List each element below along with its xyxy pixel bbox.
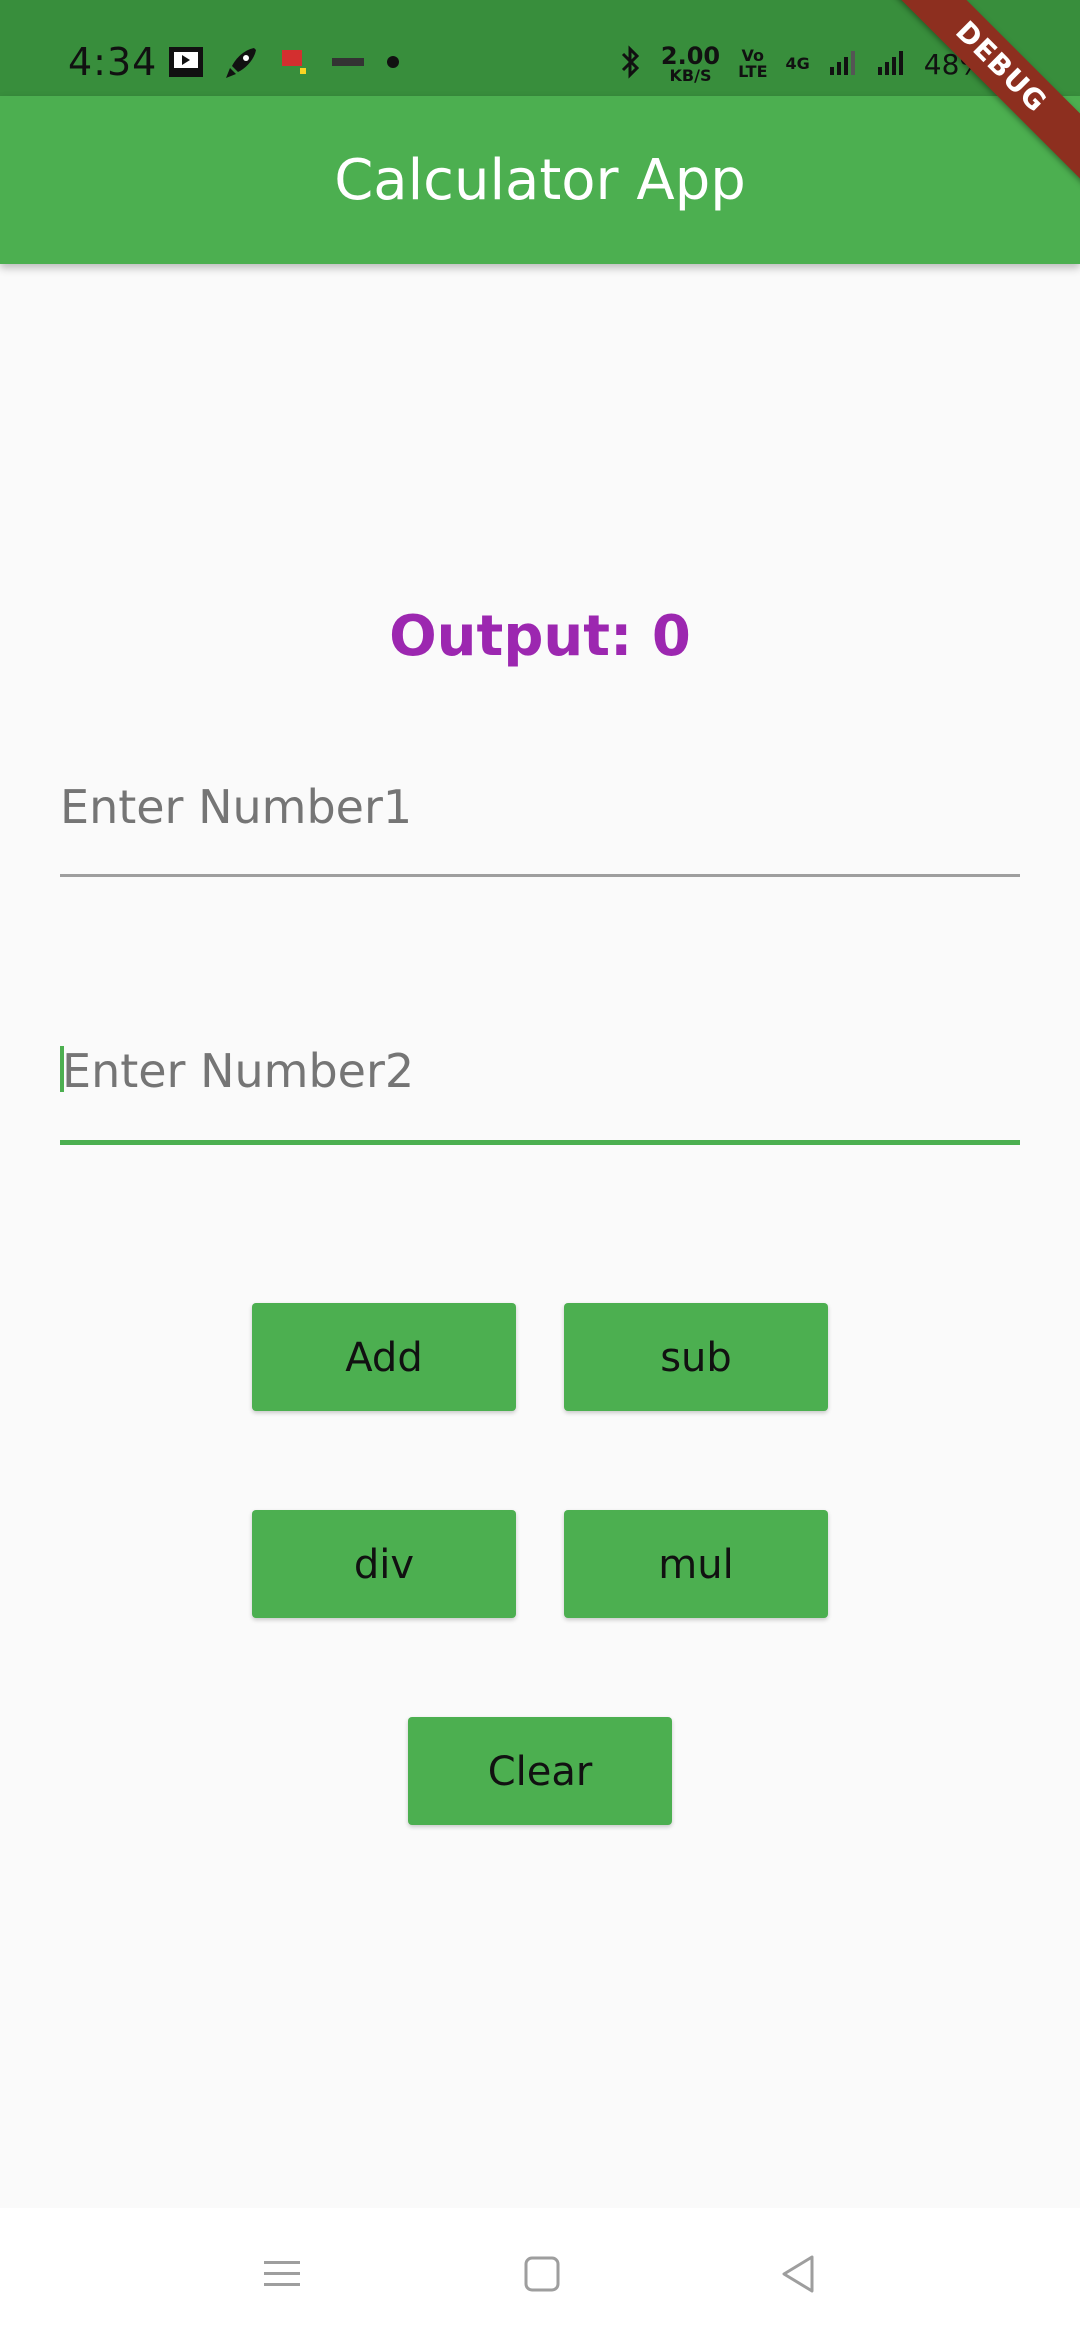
network-speed: 2.00 KB/S bbox=[661, 44, 720, 84]
add-button[interactable]: Add bbox=[252, 1303, 516, 1411]
network-speed-value: 2.00 bbox=[660, 42, 721, 70]
network-speed-unit: KB/S bbox=[669, 66, 712, 85]
clear-button[interactable]: Clear bbox=[408, 1717, 672, 1825]
app-notification-icon bbox=[280, 48, 310, 81]
app-bar: Calculator App bbox=[0, 96, 1080, 264]
bluetooth-icon bbox=[619, 45, 643, 83]
number1-input[interactable] bbox=[60, 772, 1020, 842]
output-label: Output: 0 bbox=[389, 604, 691, 669]
signal-icon bbox=[828, 47, 858, 81]
number1-underline bbox=[60, 874, 1020, 877]
mul-button[interactable]: mul bbox=[564, 1510, 828, 1618]
number1-field[interactable] bbox=[60, 772, 1020, 877]
number2-input[interactable] bbox=[60, 1036, 1022, 1106]
sub-button[interactable]: sub bbox=[564, 1303, 828, 1411]
div-button[interactable]: div bbox=[252, 1510, 516, 1618]
network-type: 4G bbox=[785, 54, 810, 73]
volte-indicator: Vo LTE bbox=[738, 46, 768, 81]
back-icon[interactable] bbox=[756, 2208, 840, 2340]
status-time: 4:34 bbox=[68, 40, 158, 84]
menu-icon[interactable] bbox=[240, 2208, 324, 2340]
text-cursor bbox=[60, 1046, 64, 1092]
screen-cast-icon bbox=[168, 46, 204, 83]
signal-icon-2 bbox=[876, 47, 906, 81]
number2-underline bbox=[60, 1140, 1020, 1145]
home-icon[interactable] bbox=[500, 2208, 584, 2340]
status-left-icons bbox=[168, 44, 400, 85]
navigation-bar bbox=[0, 2208, 1080, 2340]
rocket-icon bbox=[224, 44, 260, 85]
app-notification-icon-2 bbox=[330, 52, 366, 77]
dot-icon bbox=[386, 55, 400, 74]
app-title: Calculator App bbox=[334, 147, 746, 213]
number2-field[interactable] bbox=[60, 1036, 1022, 1145]
